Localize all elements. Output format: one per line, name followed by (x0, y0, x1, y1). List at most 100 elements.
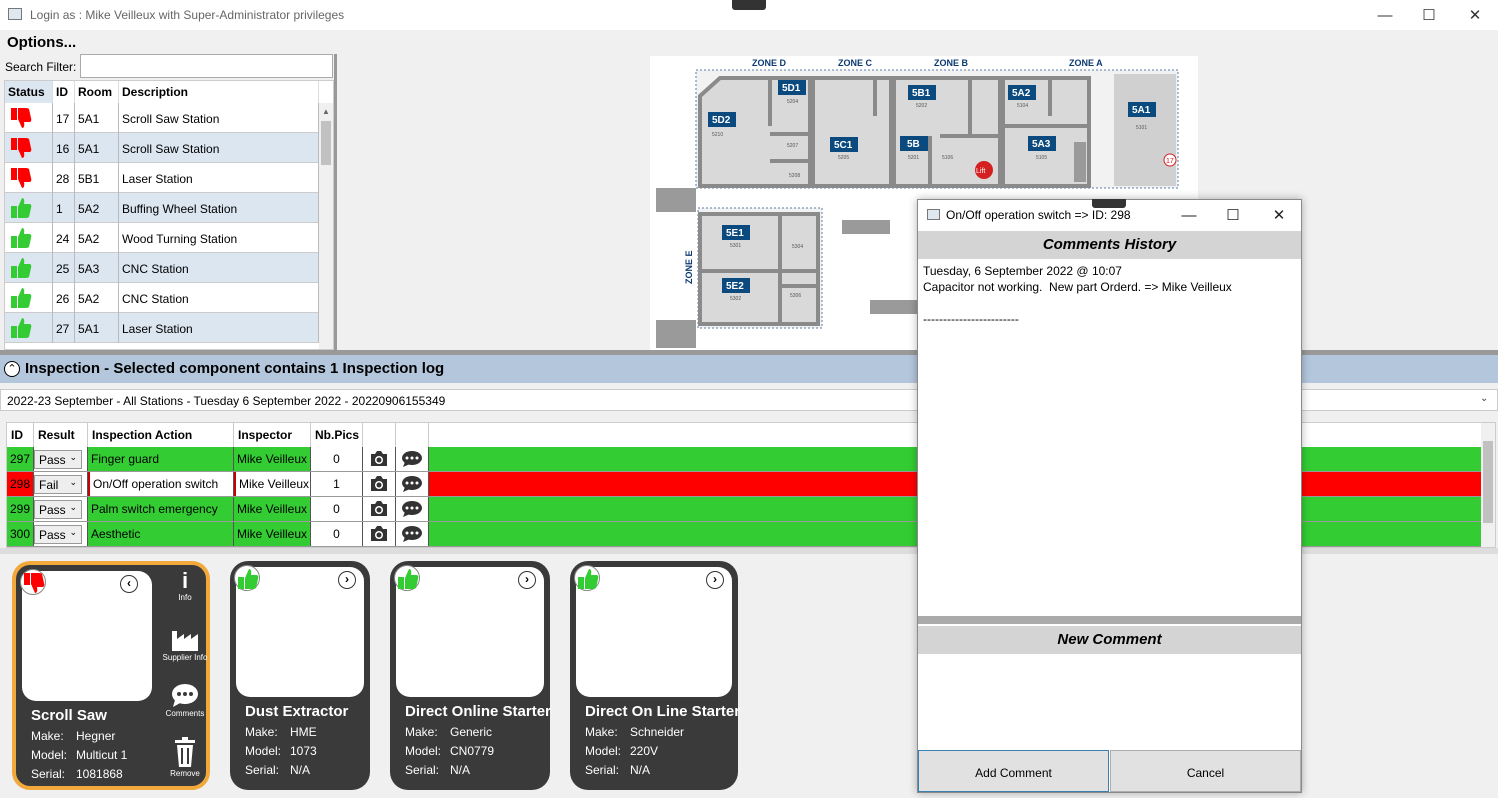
comment-button[interactable] (396, 497, 429, 521)
result-select[interactable]: Pass ⌄ (34, 500, 82, 519)
col-header-room[interactable]: Room (75, 81, 119, 103)
info-icon: i (181, 568, 189, 593)
scroll-thumb[interactable] (321, 121, 331, 165)
id-cell: 26 (53, 283, 75, 313)
title-bar: Login as : Mike Veilleux with Super-Admi… (0, 0, 1498, 30)
comment-button[interactable] (396, 522, 429, 546)
table-row[interactable]: 1 5A2 Buffing Wheel Station (5, 193, 319, 223)
cancel-button[interactable]: Cancel (1110, 750, 1301, 792)
col-header-comments (396, 423, 429, 447)
description-cell: Scroll Saw Station (119, 103, 319, 133)
svg-text:5B: 5B (907, 139, 920, 150)
maximize-button[interactable]: ☐ (1414, 4, 1444, 26)
make-label: Make: (585, 725, 618, 739)
nbpics-cell: 0 (311, 522, 363, 546)
search-input[interactable] (80, 54, 333, 78)
panel-divider[interactable] (334, 54, 337, 350)
col-header-description[interactable]: Description (119, 81, 319, 103)
comment-button[interactable] (396, 447, 429, 471)
thumbs-down-icon (8, 138, 34, 164)
dialog-maximize-button[interactable]: ☐ (1218, 204, 1248, 226)
room-cell: 5A3 (75, 253, 119, 283)
model-label: Model: (585, 744, 622, 758)
chevron-right-icon[interactable]: › (338, 571, 356, 589)
room-cell: 5A2 (75, 193, 119, 223)
scroll-up-arrow[interactable]: ▲ (322, 107, 330, 116)
svg-text:5A2: 5A2 (1012, 88, 1031, 99)
component-name: Scroll Saw (31, 707, 107, 724)
svg-text:5104: 5104 (1017, 103, 1028, 109)
inspection-scrollbar[interactable] (1481, 423, 1495, 547)
minimize-button[interactable]: — (1370, 4, 1400, 26)
comment-button[interactable] (396, 472, 429, 496)
comment-bubble-icon (160, 683, 210, 709)
dialog-splitter[interactable] (918, 616, 1301, 624)
table-row[interactable]: 26 5A2 CNC Station (5, 283, 319, 313)
comments-button[interactable]: Comments (160, 683, 210, 718)
table-row[interactable]: 25 5A3 CNC Station (5, 253, 319, 283)
model-label: Model: (245, 744, 282, 758)
col-header-inspector[interactable]: Inspector (234, 423, 311, 447)
col-header-id[interactable]: ID (53, 81, 75, 103)
result-select[interactable]: Pass ⌄ (34, 525, 82, 544)
status-cell (5, 313, 53, 343)
model-label: Model: (31, 748, 68, 762)
component-card[interactable]: › Dust Extractor Make: HME Model: 1073 Serial:… (230, 561, 370, 790)
component-card[interactable]: › Direct On Line Starter Make: Schneider Mod… (570, 561, 740, 790)
table-row[interactable]: 28 5B1 Laser Station (5, 163, 319, 193)
result-select[interactable]: Fail ⌄ (34, 475, 82, 494)
model-value: 1073 (290, 744, 317, 758)
component-card[interactable]: ‹ Scroll Saw Make: Hegner Model: Multicut 1 Se… (12, 561, 210, 790)
dialog-close-button[interactable]: ✕ (1264, 204, 1294, 226)
thumbs-down-icon (8, 108, 34, 134)
col-header-action[interactable]: Inspection Action (88, 423, 234, 447)
table-row[interactable]: 24 5A2 Wood Turning Station (5, 223, 319, 253)
camera-icon (369, 476, 389, 495)
chevron-left-icon[interactable]: ‹ (120, 575, 138, 593)
chevron-right-icon[interactable]: › (706, 571, 724, 589)
camera-button[interactable] (363, 447, 396, 471)
chevron-right-icon[interactable]: › (518, 571, 536, 589)
add-comment-button[interactable]: Add Comment (918, 750, 1109, 792)
nbpics-cell: 1 (311, 472, 363, 496)
table-row[interactable]: 17 5A1 Scroll Saw Station (5, 103, 319, 133)
dialog-drag-handle-icon[interactable] (1092, 199, 1126, 208)
stations-scrollbar[interactable]: ▲ (319, 103, 333, 349)
serial-label: Serial: (585, 763, 620, 777)
col-header-result[interactable]: Result (34, 423, 88, 447)
room-cell: 5A2 (75, 283, 119, 313)
inspector-cell: Mike Veilleux (234, 522, 311, 546)
drag-handle-icon[interactable] (732, 0, 766, 10)
col-header-id[interactable]: ID (7, 423, 34, 447)
result-value: Pass (39, 453, 66, 467)
trash-icon (160, 737, 210, 769)
col-header-nbpics[interactable]: Nb.Pics (311, 423, 363, 447)
svg-text:ZONE E: ZONE E (684, 250, 694, 284)
col-header-status[interactable]: Status (5, 81, 53, 103)
table-row[interactable]: 16 5A1 Scroll Saw Station (5, 133, 319, 163)
svg-text:5E2: 5E2 (726, 281, 744, 292)
camera-button[interactable] (363, 497, 396, 521)
options-menu[interactable]: Options... (0, 30, 336, 52)
scroll-thumb[interactable] (1483, 441, 1493, 523)
model-value: Multicut 1 (76, 748, 128, 762)
result-select[interactable]: Pass ⌄ (34, 450, 82, 469)
thumbs-up-icon (574, 565, 600, 591)
id-cell: 16 (53, 133, 75, 163)
camera-button[interactable] (363, 522, 396, 546)
new-comment-input[interactable] (920, 654, 1299, 748)
chevron-down-icon[interactable]: ⌄ (1480, 393, 1488, 404)
component-card[interactable]: › Direct Online Starter Make: Generic Model:… (390, 561, 551, 790)
collapse-up-icon[interactable]: ⌃ (4, 361, 20, 377)
remove-button[interactable]: Remove (160, 737, 210, 778)
action-cell: Finger guard (88, 447, 234, 471)
dialog-minimize-button[interactable]: — (1174, 204, 1204, 226)
close-button[interactable]: ✕ (1460, 4, 1490, 26)
camera-button[interactable] (363, 472, 396, 496)
table-row[interactable]: 27 5A1 Laser Station (5, 313, 319, 343)
info-button[interactable]: i Info (160, 568, 210, 603)
make-label: Make: (245, 725, 278, 739)
serial-value: N/A (290, 763, 311, 777)
id-cell: 297 (7, 447, 34, 471)
supplier-info-button[interactable]: Supplier Info (160, 627, 210, 662)
